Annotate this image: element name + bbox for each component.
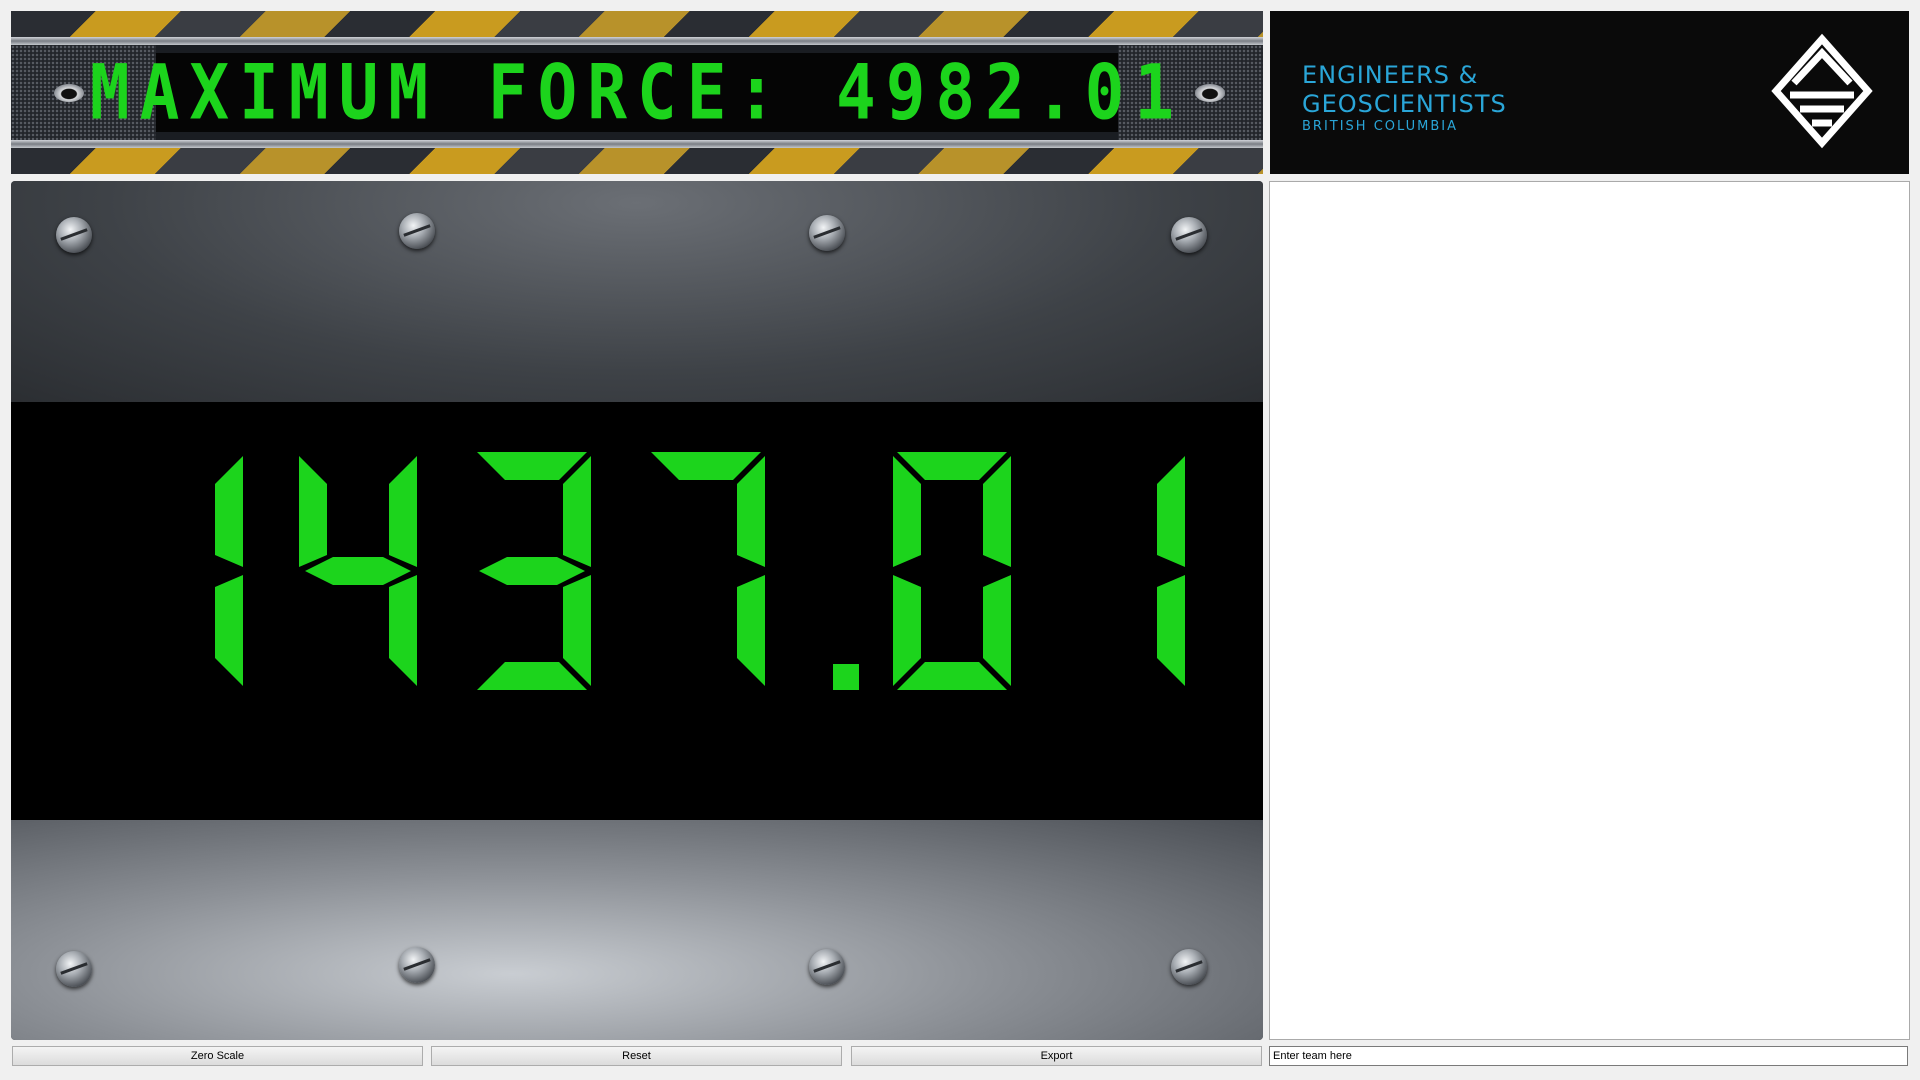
logo-panel: ENGINEERS & GEOSCIENTISTS BRITISH COLUMB… (1270, 11, 1909, 174)
hazard-stripe-bottom (11, 148, 1263, 174)
decimal-point (833, 664, 859, 690)
digit-segment (305, 557, 411, 585)
seven-segment-digit (477, 452, 591, 690)
zero-scale-button[interactable]: Zero Scale (12, 1046, 423, 1066)
team-results-panel (1269, 181, 1910, 1040)
digit-segment (563, 456, 591, 567)
rail-top (11, 37, 1263, 45)
digit-segment (897, 452, 1007, 480)
digit-segment (651, 452, 761, 480)
max-force-banner: MAXIMUM FORCE: 4982.01 (11, 11, 1263, 174)
screw-icon (1171, 949, 1207, 985)
digit-segment (479, 557, 585, 585)
seven-segment-digit (1157, 456, 1185, 686)
max-force-readout: MAXIMUM FORCE: 4982.01 (90, 48, 1184, 137)
digit-segment (893, 456, 921, 567)
max-force-value: 4982.01 (835, 48, 1185, 137)
reset-button[interactable]: Reset (431, 1046, 842, 1066)
force-display-panel (11, 181, 1263, 1040)
screw-icon (1171, 217, 1207, 253)
digit-segment (893, 575, 921, 686)
screw-icon (56, 217, 92, 253)
bolt-icon (1195, 83, 1225, 102)
screw-icon (809, 949, 845, 985)
screw-icon (809, 215, 845, 251)
digit-segment (737, 575, 765, 686)
seven-segment-digit (893, 452, 1011, 690)
logo-text-line2: GEOSCIENTISTS (1302, 90, 1507, 118)
digit-segment (215, 575, 243, 686)
digit-segment (737, 456, 765, 567)
digit-segment (983, 456, 1011, 567)
screw-icon (399, 947, 435, 983)
digit-segment (563, 575, 591, 686)
digit-segment (389, 456, 417, 567)
digit-segment (983, 575, 1011, 686)
egbc-logo-icon (1771, 33, 1873, 149)
current-force-readout (215, 452, 1185, 690)
screw-icon (56, 951, 92, 987)
logo-text-line3: BRITISH COLUMBIA (1302, 119, 1459, 134)
hazard-stripe-top (11, 11, 1263, 37)
seven-segment-digit (215, 456, 243, 686)
current-force-screen (11, 402, 1263, 820)
team-name-input[interactable] (1269, 1046, 1908, 1066)
digit-segment (215, 456, 243, 567)
digit-segment (897, 662, 1007, 690)
screw-icon (399, 213, 435, 249)
logo-text-line1: ENGINEERS & (1302, 61, 1479, 89)
rail-bottom (11, 140, 1263, 148)
seven-segment-digit (651, 452, 765, 686)
max-force-label: MAXIMUM FORCE: (89, 48, 787, 137)
digit-segment (477, 452, 587, 480)
export-button[interactable]: Export (851, 1046, 1262, 1066)
seven-segment-digit (299, 456, 417, 686)
metal-plate-bottom (11, 820, 1263, 1040)
digit-segment (1157, 575, 1185, 686)
digit-segment (299, 456, 327, 567)
digit-segment (477, 662, 587, 690)
digit-segment (1157, 456, 1185, 567)
bolt-icon (54, 83, 84, 102)
metal-plate-top (11, 181, 1263, 402)
max-force-screen: MAXIMUM FORCE: 4982.01 (90, 48, 1174, 137)
digit-segment (389, 575, 417, 686)
